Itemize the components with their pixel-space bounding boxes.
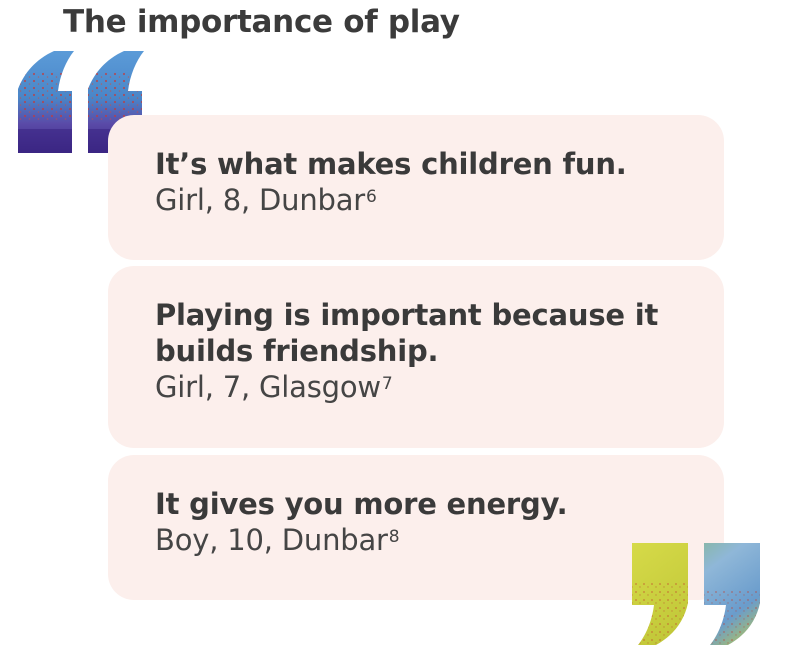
quote-text: Playing is important because it builds f… (155, 298, 659, 368)
page-title: The importance of play (63, 4, 460, 40)
attribution-label: Boy, 10, Dunbar (155, 523, 388, 557)
quote-attribution: Girl, 8, Dunbar6 (155, 182, 724, 218)
footnote-marker: 8 (388, 527, 400, 547)
quote-text: It’s what makes children fun. (155, 147, 627, 181)
quote-attribution: Girl, 7, Glasgow7 (155, 369, 724, 405)
close-quotation-mark-icon (632, 543, 760, 645)
attribution-label: Girl, 7, Glasgow (155, 370, 381, 404)
quote-text: It gives you more energy. (155, 487, 568, 521)
attribution-label: Girl, 8, Dunbar (155, 183, 366, 217)
quote-card: Playing is important because it builds f… (108, 266, 724, 448)
footnote-marker: 6 (366, 187, 377, 207)
quote-card: It’s what makes children fun. Girl, 8, D… (108, 115, 724, 260)
footnote-marker: 7 (381, 374, 393, 394)
